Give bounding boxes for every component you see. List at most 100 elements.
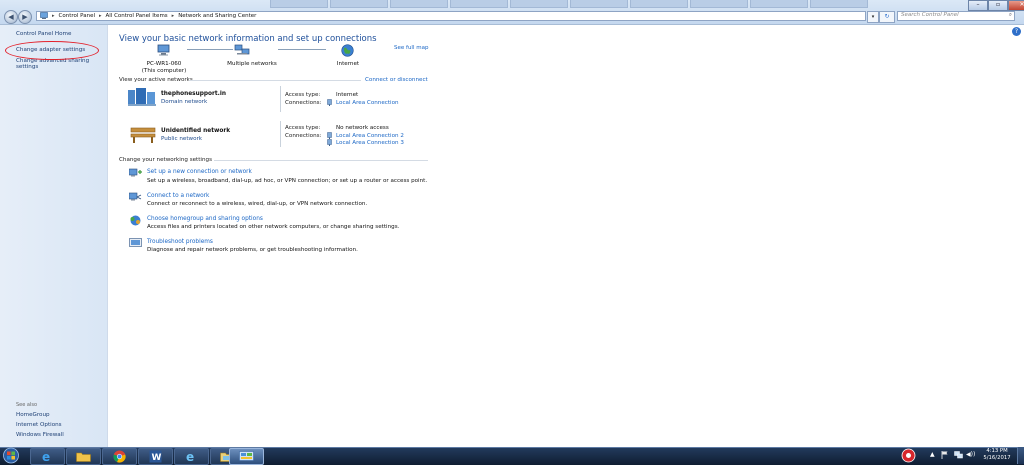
window-controls: – ▫ ✕ (968, 0, 1024, 11)
folder-icon (76, 451, 91, 464)
volume-icon[interactable]: ◀)) (966, 451, 975, 458)
background-tab[interactable] (270, 0, 328, 8)
internet-explorer-icon: e (185, 450, 198, 465)
taskbar-chrome[interactable] (102, 448, 137, 465)
background-tab[interactable] (450, 0, 508, 8)
help-icon: ? (1014, 28, 1019, 35)
maximize-button[interactable]: ▫ (988, 0, 1008, 11)
back-arrow-icon: ◀ (8, 13, 14, 21)
connect-to-network-link[interactable]: Connect to a network (147, 193, 209, 199)
windows-firewall-link[interactable]: Windows Firewall (16, 432, 64, 438)
multiple-networks-label: Multiple networks (227, 61, 277, 67)
public-network-icon[interactable] (130, 124, 156, 146)
computer-node-label: PC-WR1-060 (This computer) (136, 61, 192, 74)
address-bar[interactable]: ▸ Control Panel ▸ All Control Panel Item… (36, 11, 866, 21)
control-panel-home-link[interactable]: Control Panel Home (16, 31, 71, 37)
network-name: thephonesupport.in (161, 91, 226, 97)
word-icon: W (149, 450, 162, 465)
multiple-networks-icon[interactable] (234, 44, 250, 58)
map-connector (187, 49, 233, 50)
action-center-flag-icon[interactable] (941, 451, 949, 461)
troubleshoot-link[interactable]: Troubleshoot problems (147, 239, 213, 245)
divider (214, 160, 428, 161)
local-area-connection-2-link[interactable]: Local Area Connection 2 (336, 133, 404, 139)
refresh-button[interactable]: ↻ (879, 11, 895, 23)
taskbar-word[interactable]: W (138, 448, 173, 465)
breadcrumb-network-sharing[interactable]: Network and Sharing Center (178, 13, 256, 19)
breadcrumb-all-items[interactable]: All Control Panel Items (106, 13, 168, 19)
background-tab[interactable] (810, 0, 868, 8)
svg-text:W: W (152, 453, 162, 463)
task-description: Set up a wireless, broadband, dial-up, a… (147, 178, 428, 184)
refresh-icon: ↻ (884, 13, 890, 20)
connections-label: Connections: (285, 133, 322, 139)
change-settings-heading: Change your networking settings (119, 157, 213, 163)
chevron-down-icon: ▾ (871, 14, 875, 20)
minimize-button[interactable]: – (968, 0, 988, 11)
background-tab[interactable] (570, 0, 628, 8)
forward-button[interactable]: ▶ (18, 10, 32, 24)
computer-subtitle: (This computer) (141, 67, 187, 74)
clock-date: 5/16/2017 (983, 454, 1011, 461)
homegroup-sharing-link[interactable]: Choose homegroup and sharing options (147, 216, 263, 222)
tray-app-icon[interactable] (901, 448, 916, 465)
access-type-value: No network access (336, 125, 389, 131)
globe-icon[interactable] (341, 44, 354, 59)
background-tab[interactable] (750, 0, 808, 8)
background-window-tabs (270, 0, 970, 8)
taskbar-file-explorer[interactable] (66, 448, 101, 465)
network-type-link[interactable]: Public network (161, 136, 202, 142)
background-tab[interactable] (690, 0, 748, 8)
vertical-divider (280, 86, 281, 112)
close-button[interactable]: ✕ (1008, 0, 1024, 11)
ethernet-icon (327, 99, 332, 108)
taskbar-control-panel[interactable] (229, 448, 264, 465)
network-tray-icon[interactable] (954, 451, 963, 461)
forward-arrow-icon: ▶ (22, 13, 28, 21)
access-type-label: Access type: (285, 125, 321, 131)
taskbar-clock[interactable]: 4:13 PM 5/16/2017 (980, 448, 1014, 461)
start-button[interactable] (2, 447, 20, 464)
show-desktop-button[interactable] (1017, 447, 1024, 464)
show-hidden-icons-icon[interactable]: ▲ (930, 451, 935, 458)
connect-or-disconnect-link[interactable]: Connect or disconnect (365, 77, 428, 83)
task-description: Diagnose and repair network problems, or… (147, 247, 358, 253)
divider (189, 80, 361, 81)
svg-text:e: e (42, 450, 50, 463)
control-panel-icon (40, 11, 48, 21)
search-placeholder: Search Control Panel (901, 12, 959, 18)
local-area-connection-link[interactable]: Local Area Connection (336, 100, 399, 106)
search-input[interactable]: Search Control Panel ⌕ (897, 11, 1015, 21)
address-dropdown-button[interactable]: ▾ (867, 11, 879, 23)
network-type-link[interactable]: Domain network (161, 99, 207, 105)
see-full-map-link[interactable]: See full map (394, 45, 428, 51)
connect-network-icon (128, 192, 142, 204)
map-connector (278, 49, 326, 50)
homegroup-link[interactable]: HomeGroup (16, 412, 50, 418)
breadcrumb-separator: ▸ (171, 13, 175, 19)
background-tab[interactable] (630, 0, 688, 8)
chrome-icon (113, 450, 126, 465)
back-button[interactable]: ◀ (4, 10, 18, 24)
new-connection-icon (128, 168, 142, 180)
task-description: Connect or reconnect to a wireless, wire… (147, 201, 368, 207)
left-panel: Control Panel Home Change adapter settin… (0, 25, 108, 447)
local-area-connection-3-link[interactable]: Local Area Connection 3 (336, 140, 404, 146)
task-description: Access files and printers located on oth… (147, 224, 400, 230)
taskbar-internet-explorer-2[interactable]: e (174, 448, 209, 465)
search-icon: ⌕ (1008, 12, 1012, 18)
computer-icon[interactable] (157, 44, 171, 58)
breadcrumb-control-panel[interactable]: Control Panel (59, 13, 95, 19)
homegroup-icon (129, 215, 142, 228)
background-tab[interactable] (390, 0, 448, 8)
internet-options-link[interactable]: Internet Options (16, 422, 62, 428)
setup-connection-link[interactable]: Set up a new connection or network (147, 169, 252, 175)
background-tab[interactable] (510, 0, 568, 8)
background-tab[interactable] (330, 0, 388, 8)
help-button[interactable]: ? (1012, 27, 1021, 36)
taskbar-internet-explorer[interactable]: e (30, 448, 65, 465)
domain-network-icon[interactable] (128, 88, 156, 108)
page-title: View your basic network information and … (119, 34, 377, 44)
network-name: Unidentified network (161, 128, 231, 134)
control-panel-icon (239, 451, 254, 464)
